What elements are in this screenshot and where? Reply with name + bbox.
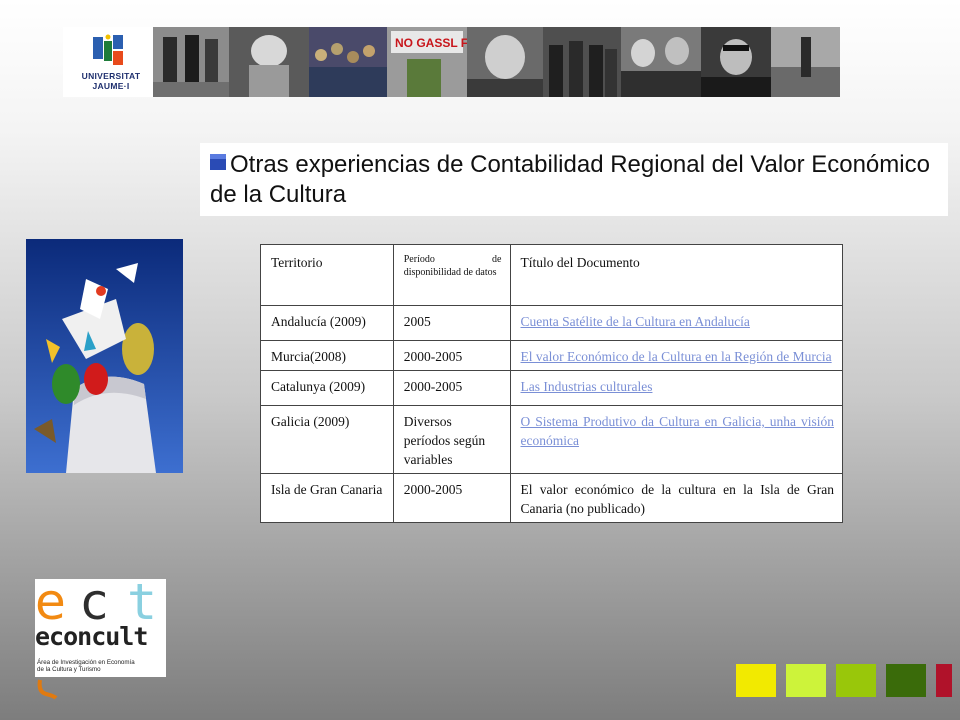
table-row: Catalunya (2009) 2000-2005 Las Industria… (260, 370, 843, 406)
red-square (936, 664, 952, 697)
svg-text:c: c (79, 579, 109, 625)
historical-photo-8 (701, 27, 771, 97)
university-name: UNIVERSITAT JAUME·I (69, 71, 153, 91)
cell-periodo: 2000-2005 (392, 370, 511, 406)
header-titulo: Título del Documento (509, 244, 843, 306)
historical-photo-5 (467, 27, 543, 97)
historical-photo-3 (309, 27, 387, 97)
cell-territorio: Murcia(2008) (260, 340, 394, 371)
econcult-wordmark: econcult (35, 622, 148, 651)
historical-photo-2 (229, 27, 309, 97)
historical-photo-6 (543, 27, 621, 97)
dark-green-square (886, 664, 926, 697)
historical-photo-7 (621, 27, 701, 97)
document-link[interactable]: El valor Económico de la Cultura en la R… (521, 349, 832, 364)
historical-photo-9 (771, 27, 840, 97)
slide-title-box: Otras experiencias de Contabilidad Regio… (200, 143, 948, 216)
cell-titulo: El valor Económico de la Cultura en la R… (509, 340, 843, 371)
sculpture-photo (26, 239, 183, 473)
green-square (836, 664, 876, 697)
logo-line1: UNIVERSITAT (81, 71, 141, 81)
cultural-accounts-table: Territorio Período de disponibilidad de … (260, 244, 843, 523)
cell-periodo: 2000-2005 (392, 340, 511, 371)
logo-line2: JAUME·I (92, 81, 130, 91)
svg-text:NO GASSL FOR: NO GASSL FOR (395, 36, 467, 50)
cell-periodo: 2000-2005 (392, 473, 511, 523)
cell-titulo: O Sistema Produtivo da Cultura en Galici… (509, 405, 843, 474)
cell-periodo: Diversos períodos según variables (392, 405, 511, 474)
econcult-logo: e c t econcult Área de Investigación en … (35, 579, 166, 677)
cell-titulo: El valor económico de la cultura en la I… (509, 473, 843, 523)
historical-photo-1 (153, 27, 229, 97)
table-row: Galicia (2009) Diversos períodos según v… (260, 405, 843, 474)
subtitle-line2: de la Cultura y Turismo (37, 666, 101, 673)
header-periodo: Período de disponibilidad de datos (392, 244, 511, 306)
document-link[interactable]: Cuenta Satélite de la Cultura en Andaluc… (521, 314, 750, 329)
yellow-square (736, 664, 776, 697)
svg-text:e: e (35, 579, 66, 625)
table-header-row: Territorio Período de disponibilidad de … (260, 244, 843, 306)
header-territorio: Territorio (260, 244, 394, 306)
ect-letters-icon: e c t (35, 579, 166, 625)
cell-territorio: Isla de Gran Canaria (260, 473, 394, 523)
header-banner: UNIVERSITAT JAUME·I NO GASSL FOR (63, 27, 840, 97)
cell-titulo: Las Industrias culturales (509, 370, 843, 406)
lime-square (786, 664, 826, 697)
table-row: Murcia(2008) 2000-2005 El valor Económic… (260, 340, 843, 371)
subtitle-line1: Área de Investigación en Economía (37, 659, 135, 666)
table-row: Isla de Gran Canaria 2000-2005 El valor … (260, 473, 843, 523)
cell-territorio: Andalucía (2009) (260, 305, 394, 341)
universitat-jaume-i-logo: UNIVERSITAT JAUME·I (63, 27, 153, 97)
cell-titulo: Cuenta Satélite de la Cultura en Andaluc… (509, 305, 843, 341)
cell-territorio: Catalunya (2009) (260, 370, 394, 406)
document-link[interactable]: O Sistema Produtivo da Cultura en Galici… (521, 414, 835, 448)
historical-photo-4: NO GASSL FOR (387, 27, 467, 97)
uji-emblem-icon (93, 34, 123, 65)
logo-swirl-icon (37, 679, 58, 700)
table-row: Andalucía (2009) 2005 Cuenta Satélite de… (260, 305, 843, 341)
cell-territorio: Galicia (2009) (260, 405, 394, 474)
document-link[interactable]: Las Industrias culturales (521, 379, 653, 394)
slide-title: Otras experiencias de Contabilidad Regio… (210, 151, 930, 208)
econcult-subtitle: Área de Investigación en Economía de la … (37, 659, 165, 673)
cell-periodo: 2005 (392, 305, 511, 341)
svg-text:t: t (127, 579, 157, 625)
